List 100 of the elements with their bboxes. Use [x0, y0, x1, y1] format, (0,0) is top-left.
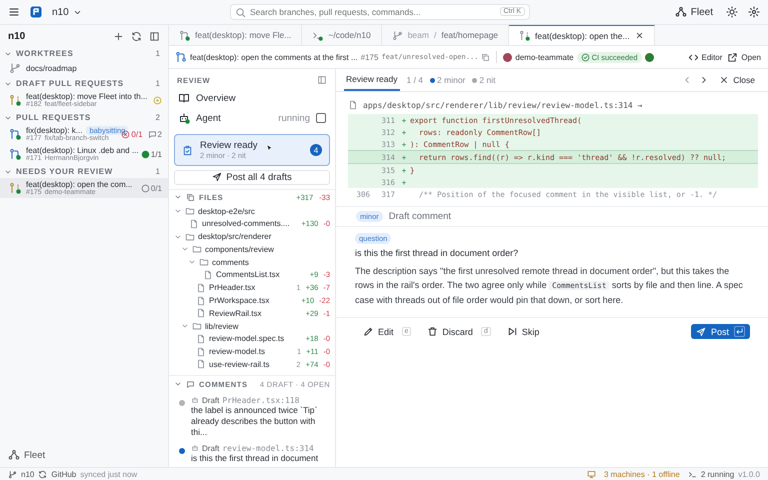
fleet-button[interactable]: Fleet [672, 4, 716, 20]
sidebar-item[interactable]: docs/roadmap [0, 60, 168, 76]
close-button[interactable]: Close [716, 73, 758, 87]
count-badge: 4 [310, 144, 322, 156]
running-status[interactable]: 2 running [700, 470, 734, 478]
item-title: docs/roadmap [26, 64, 77, 72]
network-icon [674, 6, 687, 18]
open-button[interactable]: Open [726, 50, 762, 64]
file-tree-item[interactable]: PrHeader.tsx [209, 283, 256, 292]
draft-icon [191, 396, 199, 404]
checkbox[interactable] [316, 113, 326, 123]
check-status-icon [140, 150, 150, 158]
file-tree-item[interactable]: ReviewRail.tsx [209, 308, 262, 318]
file-path-link[interactable]: apps/desktop/src/renderer/lib/review/review-model.ts:314 → [363, 100, 642, 110]
mouse-cursor-icon [265, 143, 274, 153]
nav-item[interactable]: Agent running [169, 108, 335, 128]
severity-count: 2 minor [437, 75, 466, 85]
file-icon [196, 359, 206, 370]
item-title: fix(desktop): k... [26, 126, 82, 135]
file-icon [196, 296, 206, 306]
post-button[interactable]: Post [690, 324, 750, 340]
file-icon [196, 346, 206, 357]
search-icon [235, 6, 246, 18]
folder-icon [185, 206, 195, 216]
comment-location: review-model.ts:314 [222, 444, 314, 453]
close-icon [719, 75, 730, 85]
file-tree-item[interactable]: components/review [205, 244, 274, 254]
avatar [503, 52, 512, 62]
tab-label: ~/code/n10 [328, 30, 371, 40]
file-icon [196, 308, 206, 318]
branch-icon [8, 470, 17, 478]
position-counter: 1 / 4 [406, 75, 424, 85]
external-link-icon [727, 52, 738, 62]
workspace-switcher[interactable]: n10 [52, 6, 82, 18]
refresh-icon[interactable] [131, 31, 142, 42]
folder-icon [192, 244, 202, 254]
folder-icon [192, 321, 202, 332]
file-tree-item[interactable]: unresolved-comments.... [202, 219, 290, 228]
check-count: 0/1 [131, 130, 143, 138]
post-all-button[interactable]: Post all 4 drafts [174, 170, 330, 185]
pr-title: feat(desktop): open the comments at the first ... [190, 52, 358, 62]
fleet-button[interactable]: Fleet [5, 447, 168, 463]
comment-location: PrHeader.tsx:118 [222, 396, 300, 405]
menu-icon[interactable] [8, 6, 20, 18]
settings-icon[interactable] [748, 6, 760, 18]
comment-status: Draft [202, 396, 220, 405]
discard-button[interactable]: Discard [424, 324, 476, 340]
item-title: feat(desktop): Linux .deb and ... [26, 146, 139, 155]
tab[interactable]: feat(desktop): move Fle... [169, 25, 302, 45]
tab[interactable]: feat(desktop): open the... [509, 25, 655, 45]
section-header[interactable]: WORKTREES 1 [0, 46, 168, 60]
pencil-icon [363, 326, 374, 338]
app-logo-icon [30, 6, 42, 18]
close-icon[interactable] [634, 31, 644, 40]
item-title: feat(desktop): move Fleet into th... [26, 92, 148, 101]
file-tree-item[interactable]: desktop-e2e/src [198, 206, 255, 216]
code-icon [688, 52, 699, 62]
tab[interactable]: Review ready [344, 69, 400, 91]
section-header[interactable]: NEEDS YOUR REVIEW 1 [0, 164, 168, 178]
comment-icon [186, 380, 195, 389]
send-icon [212, 172, 222, 182]
check-count: 1/1 [150, 150, 162, 158]
file-tree-item[interactable]: CommentsList.tsx [216, 270, 280, 280]
comment-text[interactable]: is this the first thread in document [191, 452, 329, 464]
nav-icon [178, 92, 190, 104]
theme-icon[interactable] [726, 6, 738, 18]
folder-icon [199, 257, 209, 268]
nav-item[interactable]: Overview [169, 88, 335, 108]
file-tree-item[interactable]: comments [212, 258, 249, 267]
file-tree-item[interactable]: use-review-rail.ts [209, 360, 270, 369]
file-tree-item[interactable]: review-model.spec.ts [209, 334, 284, 344]
file-icon [189, 218, 199, 229]
collapse-panel-icon[interactable] [317, 75, 327, 85]
comment-text[interactable]: the label is announced twice `Tip` already describes the button with thi... [191, 404, 329, 438]
path-separator: / [434, 30, 436, 40]
add-icon[interactable] [113, 31, 124, 42]
repo-name: beam [408, 30, 429, 40]
workspace-title: n10 [8, 31, 26, 42]
section-header[interactable]: DRAFT PULL REQUESTS 1 [0, 76, 168, 90]
file-tree-item[interactable]: lib/review [205, 322, 238, 331]
enter-key-icon [734, 326, 745, 338]
tab-label: feat(desktop): move Fle... [195, 30, 292, 40]
tab[interactable]: ~/code/n10 [302, 25, 382, 45]
file-tree-item[interactable]: review-model.ts [209, 347, 266, 356]
skip-button[interactable]: Skip [504, 324, 542, 340]
file-tree-item[interactable]: desktop/src/renderer [198, 232, 272, 242]
comment-status: Draft [202, 444, 220, 453]
comment-title: is this the first thread in document order? [355, 248, 520, 258]
file-icon [196, 334, 206, 344]
folder-icon [185, 232, 195, 242]
provider-name: GitHub [51, 470, 76, 478]
file-icon [196, 282, 206, 293]
editor-button[interactable]: Editor [686, 50, 724, 64]
file-tree-item[interactable]: PrWorkspace.tsx [209, 296, 270, 305]
edit-button[interactable]: Edit [360, 324, 397, 340]
collapse-panel-icon[interactable] [149, 31, 160, 42]
machines-status[interactable]: 3 machines · 1 offline [604, 470, 680, 478]
agent-status: running [278, 112, 310, 124]
section-header[interactable]: PULL REQUESTS 2 [0, 110, 168, 124]
check-count: 0/1 [150, 184, 162, 192]
